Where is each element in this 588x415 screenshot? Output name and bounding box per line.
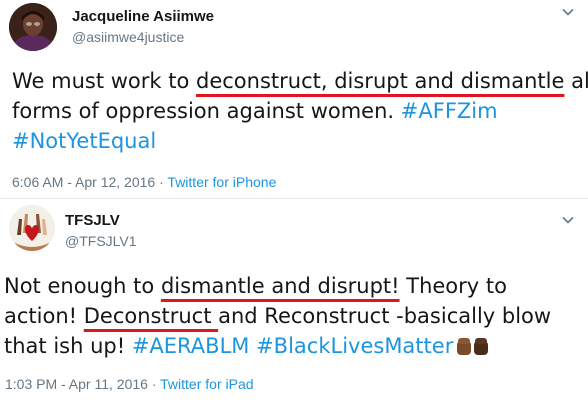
hashtag-link[interactable]: #BlackLivesMatter (256, 334, 453, 358)
hashtag-link[interactable]: #AFFZim (401, 99, 498, 123)
hashtag-link[interactable]: #NotYetEqual (12, 129, 156, 153)
text-segment: We must work to (12, 69, 196, 93)
underlined-phrase: deconstruct, disrupt and dismantle (196, 69, 565, 93)
tweet-meta: 6:06 AM - Apr 12, 2016 · Twitter for iPh… (12, 174, 276, 190)
tweet-text-line: that ish up! #AERABLM #BlackLivesMatter (4, 331, 584, 361)
user-handle[interactable]: @asiimwe4justice (72, 29, 184, 45)
text-segment: Theory to (399, 274, 507, 298)
user-handle[interactable]: @TFSJLV1 (65, 233, 137, 249)
tweet-meta: 1:03 PM - Apr 11, 2016 · Twitter for iPa… (5, 376, 254, 392)
underlined-phrase: Deconstruct (83, 304, 219, 328)
meta-separator: · (155, 174, 168, 190)
tweet-text-line: forms of oppression against women. #AFFZ… (12, 96, 582, 126)
source-link[interactable]: Twitter for iPad (160, 376, 253, 392)
timestamp[interactable]: 6:06 AM - Apr 12, 2016 (12, 174, 155, 190)
tweet-card[interactable]: TFSJLV @TFSJLV1 Not enough to dismantle … (0, 199, 588, 415)
tweet-text-line: action! Deconstruct and Reconstruct -bas… (4, 301, 584, 331)
chevron-down-icon[interactable] (562, 216, 574, 224)
text-segment: action! (4, 304, 84, 328)
avatar[interactable] (9, 205, 55, 251)
text-segment: and Reconstruct -basically blow (218, 304, 552, 328)
profile-photo-icon (9, 3, 57, 51)
text-segment: that ish up! (4, 334, 132, 358)
tweet-text-line: Not enough to dismantle and disrupt! The… (4, 271, 584, 301)
raised-hands-heart-icon (9, 205, 55, 251)
text-segment: Not enough to (4, 274, 161, 298)
meta-separator: · (147, 376, 161, 392)
tweet-text-line: #NotYetEqual (12, 126, 582, 156)
timestamp[interactable]: 1:03 PM - Apr 11, 2016 (5, 376, 148, 392)
underlined-phrase: dismantle and disrupt! (160, 274, 400, 298)
tweet-card[interactable]: Jacqueline Asiimwe @asiimwe4justice We m… (0, 0, 588, 199)
hashtag-link[interactable]: #AERABLM (132, 334, 250, 358)
text-segment: forms of oppression against women. (12, 99, 401, 123)
text-segment: all (571, 69, 588, 93)
tweet-text-line: We must work to deconstruct, disrupt and… (12, 66, 588, 96)
display-name[interactable]: Jacqueline Asiimwe (72, 8, 214, 25)
display-name[interactable]: TFSJLV (65, 212, 120, 229)
chevron-down-icon[interactable] (562, 8, 574, 16)
source-link[interactable]: Twitter for iPhone (167, 174, 276, 190)
tweet-text: Not enough to dismantle and disrupt! The… (4, 271, 584, 361)
raised-fist-emoji-icon (457, 338, 489, 355)
tweet-text: We must work to deconstruct, disrupt and… (12, 66, 588, 156)
avatar[interactable] (9, 3, 57, 51)
